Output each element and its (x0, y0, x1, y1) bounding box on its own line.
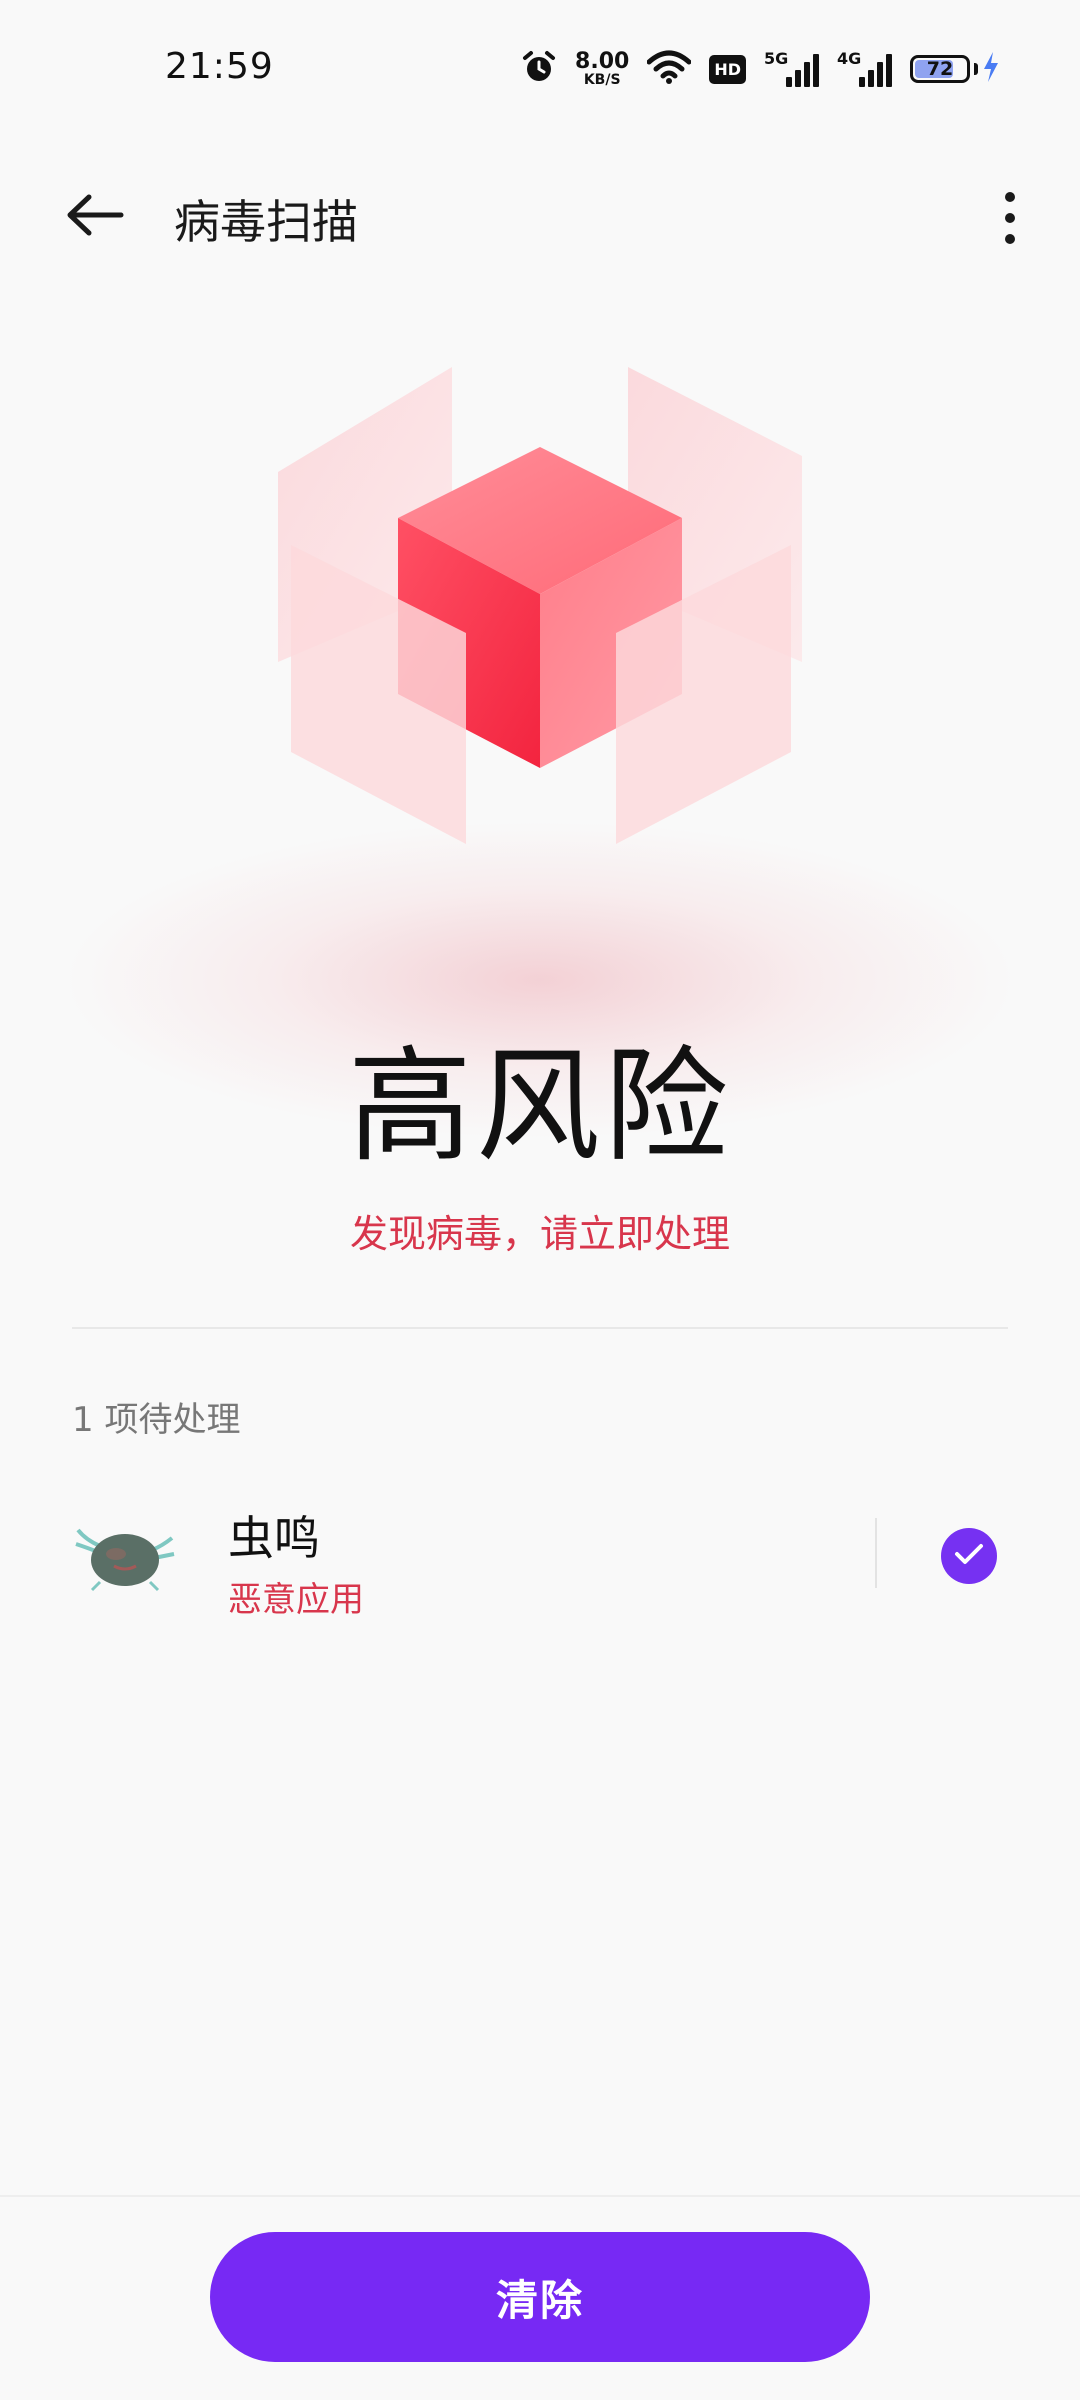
status-time: 21:59 (165, 46, 274, 87)
risk-message: 发现病毒，请立即处理 (349, 1212, 730, 1256)
arrow-left-icon (65, 193, 125, 241)
network-speed-value: 8.00 (575, 49, 630, 74)
charging-icon (982, 51, 1000, 87)
bottom-divider (0, 2195, 1080, 2197)
threat-list-item[interactable]: 虫鸣 恶意应用 (0, 1480, 1080, 1650)
wifi-icon (646, 50, 692, 88)
app-bar: 病毒扫描 (0, 160, 1080, 270)
network-speed-unit: KB/S (583, 72, 621, 88)
more-vertical-icon (1003, 191, 1017, 249)
check-icon (954, 1542, 984, 1570)
item-checkbox[interactable] (941, 1528, 997, 1584)
bug-app-icon (70, 1510, 180, 1600)
section-divider (72, 1327, 1008, 1329)
signal-5g-tag: 5G (764, 49, 789, 68)
item-separator (875, 1518, 877, 1588)
back-button[interactable] (50, 182, 140, 252)
risk-level: 高风险 (347, 1035, 732, 1179)
pending-count-label: 1 项待处理 (72, 1400, 241, 1440)
page-title: 病毒扫描 (174, 195, 358, 249)
signal-5g-icon: 5G (764, 49, 819, 87)
signal-4g-icon: 4G (837, 49, 892, 87)
status-bar: 21:59 8.00 KB/S HD 5G 4G 72 (0, 0, 1080, 140)
risk-cube-illustration (240, 340, 840, 880)
status-icons: 8.00 KB/S HD 5G 4G 72 (521, 44, 1000, 94)
battery-icon: 72 (910, 51, 1000, 87)
clear-button[interactable]: 清除 (210, 2232, 870, 2362)
battery-level: 72 (926, 58, 954, 80)
more-options-button[interactable] (980, 180, 1040, 260)
signal-4g-tag: 4G (837, 49, 862, 68)
threat-type-label: 恶意应用 (228, 1580, 364, 1620)
hd-icon: HD (709, 54, 746, 84)
app-name: 虫鸣 (228, 1511, 320, 1565)
alarm-icon (521, 49, 557, 89)
network-speed: 8.00 KB/S (575, 49, 630, 88)
